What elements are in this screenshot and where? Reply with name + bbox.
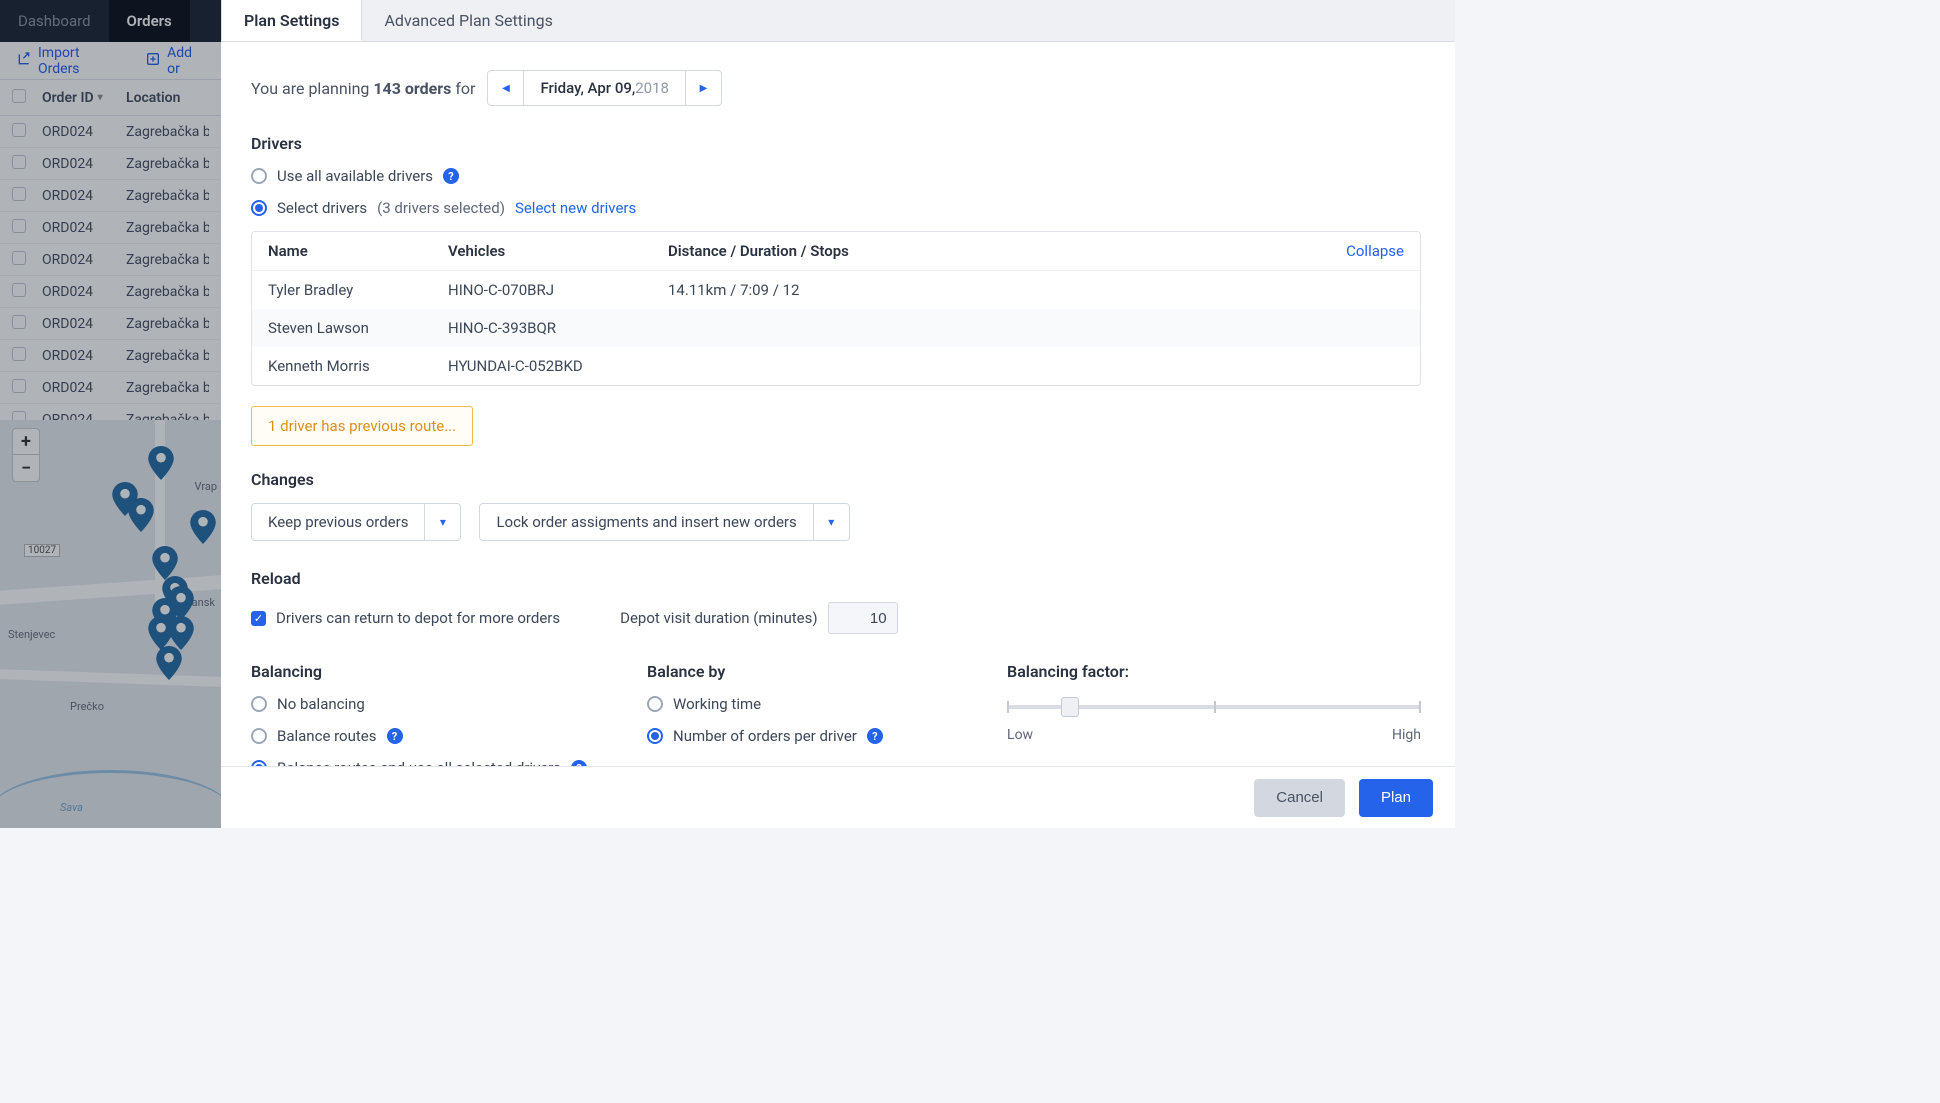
label-return-depot: Drivers can return to depot for more ord… bbox=[276, 609, 560, 627]
radio-by-orders[interactable] bbox=[647, 728, 663, 744]
cancel-button[interactable]: Cancel bbox=[1254, 779, 1345, 817]
select-keep-previous[interactable]: Keep previous orders bbox=[251, 503, 461, 541]
date-next-button[interactable] bbox=[685, 71, 721, 105]
planning-count: 143 orders bbox=[373, 79, 451, 98]
driver-row[interactable]: Steven LawsonHINO-C-393BQR bbox=[252, 309, 1420, 347]
th-name: Name bbox=[268, 242, 448, 260]
driver-name: Tyler Bradley bbox=[268, 281, 448, 299]
label-by-orders: Number of orders per driver bbox=[673, 727, 857, 745]
select-new-drivers-link[interactable]: Select new drivers bbox=[515, 199, 636, 217]
planning-prefix: You are planning bbox=[251, 79, 373, 98]
driver-vehicle: HINO-C-393BQR bbox=[448, 319, 668, 337]
label-depot-duration: Depot visit duration (minutes) bbox=[620, 609, 817, 627]
radio-no-balancing[interactable] bbox=[251, 696, 267, 712]
driver-row[interactable]: Kenneth MorrisHYUNDAI-C-052BKD bbox=[252, 347, 1420, 385]
label-select-drivers: Select drivers bbox=[277, 199, 367, 217]
label-use-all-drivers: Use all available drivers bbox=[277, 167, 433, 185]
select-lock-assignments[interactable]: Lock order assigments and insert new ord… bbox=[479, 503, 849, 541]
balancing-section-title: Balancing bbox=[251, 662, 587, 681]
collapse-link[interactable]: Collapse bbox=[1346, 242, 1404, 260]
slider-high-label: High bbox=[1392, 727, 1421, 743]
label-balance-full: Balance routes and use all selected driv… bbox=[277, 759, 561, 766]
input-depot-duration[interactable] bbox=[828, 602, 898, 634]
th-vehicles: Vehicles bbox=[448, 242, 668, 260]
drivers-selected-count: (3 drivers selected) bbox=[377, 199, 505, 217]
help-icon[interactable]: ? bbox=[387, 728, 403, 744]
driver-stats bbox=[668, 357, 1404, 375]
select-lock-assignments-value: Lock order assigments and insert new ord… bbox=[480, 504, 812, 540]
driver-row[interactable]: Tyler BradleyHINO-C-070BRJ14.11km / 7:09… bbox=[252, 271, 1420, 309]
modal-footer: Cancel Plan bbox=[221, 766, 1455, 828]
reload-section-title: Reload bbox=[251, 569, 1421, 588]
label-balance-routes: Balance routes bbox=[277, 727, 377, 745]
radio-by-working-time[interactable] bbox=[647, 696, 663, 712]
chevron-down-icon bbox=[813, 504, 849, 540]
balancing-factor-title: Balancing factor: bbox=[1007, 662, 1421, 681]
slider-thumb[interactable] bbox=[1061, 697, 1079, 717]
label-by-working-time: Working time bbox=[673, 695, 761, 713]
drivers-section-title: Drivers bbox=[251, 134, 1421, 153]
date-value[interactable]: Friday, Apr 09, 2018 bbox=[524, 71, 685, 105]
driver-stats bbox=[668, 319, 1404, 337]
slider-low-label: Low bbox=[1007, 727, 1033, 743]
changes-section-title: Changes bbox=[251, 470, 1421, 489]
tab-plan-settings[interactable]: Plan Settings bbox=[221, 0, 362, 41]
driver-vehicle: HYUNDAI-C-052BKD bbox=[448, 357, 668, 375]
balancing-factor-slider[interactable] bbox=[1007, 695, 1421, 719]
planning-summary: You are planning 143 orders for Friday, … bbox=[251, 70, 1421, 106]
radio-select-drivers[interactable] bbox=[251, 200, 267, 216]
radio-use-all-drivers[interactable] bbox=[251, 168, 267, 184]
label-no-balancing: No balancing bbox=[277, 695, 365, 713]
chevron-down-icon bbox=[424, 504, 460, 540]
date-bold: Friday, Apr 09, bbox=[540, 79, 635, 97]
radio-balance-routes[interactable] bbox=[251, 728, 267, 744]
driver-stats: 14.11km / 7:09 / 12 bbox=[668, 281, 1404, 299]
checkbox-return-depot[interactable]: ✓ bbox=[251, 611, 266, 626]
modal-tabs: Plan Settings Advanced Plan Settings bbox=[221, 0, 1455, 42]
driver-name: Steven Lawson bbox=[268, 319, 448, 337]
modal-body: You are planning 143 orders for Friday, … bbox=[221, 42, 1455, 766]
drivers-table: Name Vehicles Distance / Duration / Stop… bbox=[251, 231, 1421, 386]
balanceby-section-title: Balance by bbox=[647, 662, 947, 681]
tab-advanced-plan-settings[interactable]: Advanced Plan Settings bbox=[362, 0, 574, 41]
driver-vehicle: HINO-C-070BRJ bbox=[448, 281, 668, 299]
th-distance: Distance / Duration / Stops bbox=[668, 242, 1346, 260]
date-prev-button[interactable] bbox=[488, 71, 524, 105]
plan-settings-modal: Plan Settings Advanced Plan Settings You… bbox=[221, 0, 1455, 828]
plan-button[interactable]: Plan bbox=[1359, 779, 1433, 817]
prev-route-warning[interactable]: 1 driver has previous route... bbox=[251, 406, 473, 446]
date-picker: Friday, Apr 09, 2018 bbox=[487, 70, 722, 106]
help-icon[interactable]: ? bbox=[443, 168, 459, 184]
select-keep-previous-value: Keep previous orders bbox=[252, 504, 424, 540]
drivers-table-header: Name Vehicles Distance / Duration / Stop… bbox=[252, 232, 1420, 271]
planning-for: for bbox=[451, 79, 475, 98]
driver-name: Kenneth Morris bbox=[268, 357, 448, 375]
date-year: 2018 bbox=[635, 79, 669, 97]
help-icon[interactable]: ? bbox=[867, 728, 883, 744]
